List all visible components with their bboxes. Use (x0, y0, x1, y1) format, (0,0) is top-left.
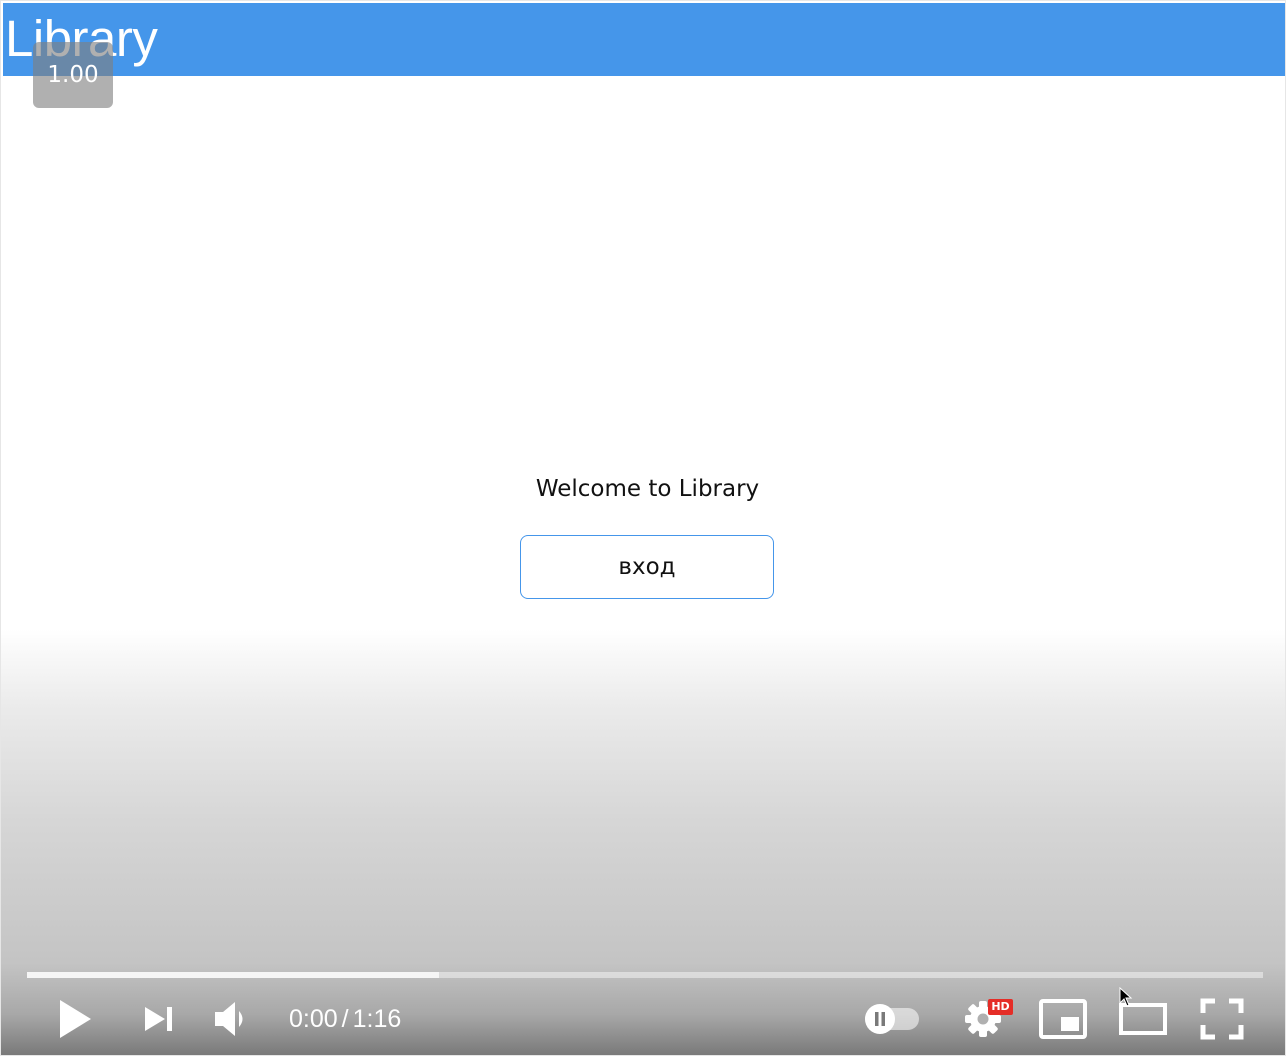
play-icon (60, 1000, 91, 1038)
miniplayer-button[interactable] (1037, 997, 1089, 1041)
time-total: 1:16 (352, 1005, 402, 1033)
hd-badge: HD (988, 999, 1013, 1015)
play-button[interactable] (53, 996, 97, 1042)
next-button[interactable] (141, 1003, 177, 1035)
mouse-cursor-icon (1119, 987, 1133, 1007)
fullscreen-icon (1200, 998, 1244, 1040)
video-frame: Library 1.00 Welcome to Library вход 0:0… (0, 0, 1286, 1056)
fullscreen-button[interactable] (1199, 997, 1245, 1041)
time-display: 0:00/1:16 (289, 1001, 401, 1037)
next-icon (145, 1007, 172, 1031)
controls-gradient (1, 629, 1285, 1055)
miniplayer-icon (1039, 999, 1087, 1039)
volume-button[interactable] (211, 998, 255, 1040)
playback-speed-badge: 1.00 (33, 42, 113, 108)
progress-buffered (27, 972, 439, 978)
time-current: 0:00 (289, 1005, 338, 1033)
progress-bar[interactable] (27, 972, 1263, 978)
time-separator: / (341, 1005, 349, 1033)
login-button[interactable]: вход (520, 535, 774, 599)
autoplay-toggle[interactable] (861, 1002, 923, 1036)
volume-icon (215, 1002, 243, 1036)
welcome-text: Welcome to Library (535, 476, 760, 502)
autoplay-toggle-icon (865, 1004, 919, 1034)
app-header: Library (3, 3, 1285, 76)
